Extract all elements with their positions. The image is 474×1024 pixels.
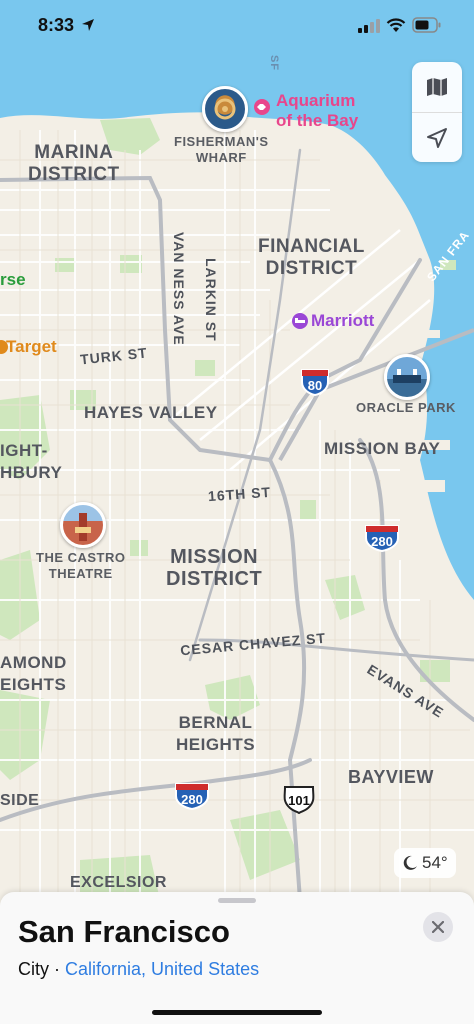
place-card-sheet[interactable]: San Francisco City · California, United …: [0, 892, 474, 1024]
location-arrow-icon: [427, 128, 447, 148]
map-mode-button[interactable]: [412, 62, 462, 112]
poi-erse-label[interactable]: rse: [0, 270, 26, 290]
moon-icon: [403, 855, 417, 870]
castro-theatre-pin[interactable]: [60, 502, 106, 548]
sheet-grabber[interactable]: [218, 898, 256, 903]
aquarium-icon[interactable]: [254, 99, 270, 115]
street-16th: 16TH ST: [207, 483, 272, 505]
oracle-park-pin[interactable]: [384, 354, 430, 400]
bed-icon: [295, 318, 305, 323]
street-larkin: LARKIN ST: [203, 258, 219, 342]
weather-badge: 54°: [394, 848, 456, 878]
status-bar: 8:33: [0, 0, 474, 52]
place-category: City: [18, 959, 49, 979]
marriott-label[interactable]: Marriott: [311, 311, 374, 331]
i280-shield-east: 280: [364, 524, 400, 552]
neighborhood-diamond: AMOND EIGHTS: [0, 653, 67, 694]
neighborhood-bernal: BERNAL HEIGHTS: [176, 713, 256, 754]
weather-temp: 54°: [422, 853, 448, 872]
us101-shield: 101: [282, 784, 316, 814]
map-view[interactable]: MARINA DISTRICT FINANCIAL DISTRICT HAYES V…: [0, 0, 474, 900]
neighborhood-marina: MARINA DISTRICT: [28, 142, 120, 185]
locate-me-button[interactable]: [412, 113, 462, 163]
hotel-icon[interactable]: [292, 313, 308, 329]
battery-icon: [412, 17, 441, 33]
close-icon: [432, 921, 444, 933]
status-time: 8:33: [38, 15, 95, 36]
label-sf-water: SF: [268, 54, 281, 72]
home-indicator[interactable]: [152, 1010, 322, 1015]
neighborhood-haight: IGHT- HBURY: [0, 441, 63, 482]
oracle-park-label: ORACLE PARK: [356, 400, 456, 415]
wifi-icon: [386, 18, 406, 32]
place-region-link[interactable]: California, United States: [65, 959, 259, 979]
neighborhood-mission-bay: MISSION BAY: [324, 439, 441, 458]
theatre-icon: [75, 513, 91, 541]
map-icon: [427, 78, 447, 96]
fishermans-wharf-pin[interactable]: [202, 86, 248, 132]
map-controls: [412, 62, 462, 162]
castro-theatre-label: THE CASTRO THEATRE: [36, 550, 126, 581]
neighborhood-hayes-valley: HAYES VALLEY: [84, 403, 218, 422]
location-services-icon: [82, 19, 95, 31]
neighborhood-mission: MISSION DISTRICT: [166, 546, 263, 590]
ship-wheel-icon: [214, 98, 236, 120]
neighborhood-bayview: BAYVIEW: [348, 767, 434, 787]
close-button[interactable]: [423, 912, 453, 942]
i80-shield: 80: [300, 368, 330, 396]
target-label[interactable]: Target: [6, 337, 57, 357]
neighborhood-excelsior: EXCELSIOR: [70, 874, 167, 891]
fish-icon: [257, 104, 266, 110]
place-subtitle: City · California, United States: [18, 958, 259, 980]
aquarium-label[interactable]: Aquarium of the Bay: [276, 91, 358, 131]
fishermans-wharf-label: FISHERMAN'S WHARF: [174, 134, 269, 165]
neighborhood-side: SIDE: [0, 792, 40, 809]
stadium-icon: [393, 369, 421, 383]
street-van-ness: VAN NESS AVE: [171, 232, 187, 346]
cellular-signal-icon: [358, 19, 380, 33]
subtitle-separator: ·: [49, 959, 65, 979]
place-title: San Francisco: [18, 914, 230, 949]
neighborhood-financial: FINANCIAL DISTRICT: [258, 236, 365, 279]
i280-shield-south: 280: [174, 782, 210, 810]
